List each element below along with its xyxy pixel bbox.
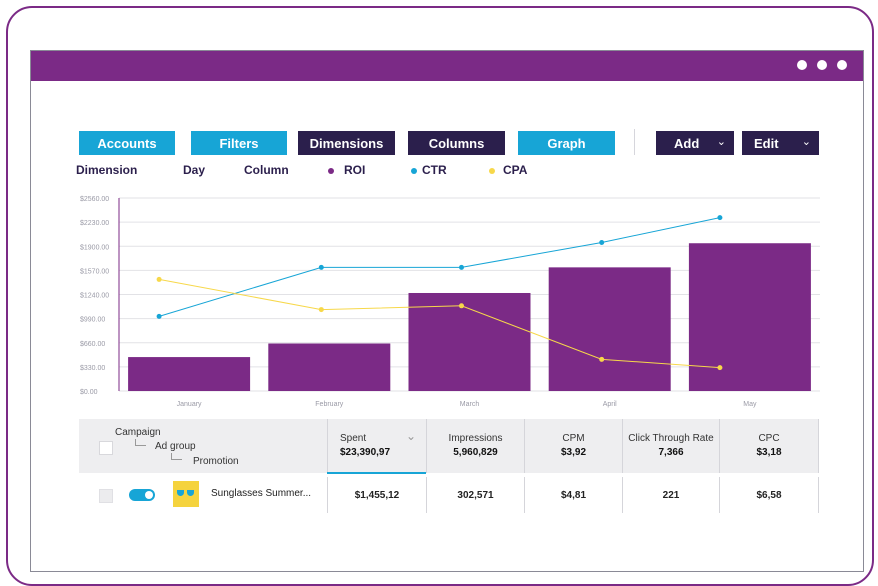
col-total: 7,366	[658, 447, 684, 458]
table-header: Campaign Ad group Promotion Spent $23,39…	[79, 419, 819, 473]
table-row[interactable]: Sunglasses Summer... $1,455,12 302,571 $…	[79, 477, 819, 513]
tree-line	[171, 453, 182, 460]
cpa-point	[717, 365, 723, 371]
y-tick-label: $660.00	[80, 341, 105, 348]
ctr-point	[599, 239, 605, 245]
y-tick-label: $330.00	[80, 365, 105, 372]
y-tick-label: $2560.00	[80, 196, 109, 203]
roi-bar	[688, 243, 811, 391]
col-cpc[interactable]: CPC $3,18	[719, 419, 819, 473]
y-tick-label: $1240.00	[80, 293, 109, 300]
y-tick-label: $990.00	[80, 317, 105, 324]
cell-cpm: $4,81	[524, 477, 622, 513]
cpa-point	[318, 307, 324, 313]
col-total: $3,92	[560, 447, 587, 458]
col-title: Click Through Rate	[628, 433, 714, 444]
roi-bar	[408, 292, 531, 391]
x-tick-label: March	[460, 401, 480, 408]
x-tick-label: April	[603, 401, 617, 408]
ctr-point	[459, 264, 464, 270]
ctr-point	[717, 215, 723, 221]
chevron-down-icon[interactable]: ⌄	[406, 429, 416, 443]
col-ctr[interactable]: Click Through Rate 7,366	[622, 419, 719, 473]
col-spent[interactable]: Spent $23,390,97 ⌄	[327, 419, 426, 473]
col-cpm[interactable]: CPM $3,92	[524, 419, 622, 473]
col-total: $23,390,97	[340, 447, 391, 458]
campaign-name[interactable]: Sunglasses Summer...	[211, 488, 311, 499]
y-tick-label: $2230.00	[80, 220, 109, 227]
cpa-point	[599, 356, 605, 362]
col-total: $3,18	[756, 447, 782, 458]
row-checkbox[interactable]	[99, 489, 113, 503]
sunglasses-icon	[177, 490, 195, 498]
roi-ctr-cpa-chart: $0.00 $330.00 $660.00 $990.00 $1240.00 $1570.…	[80, 196, 820, 408]
cell-ctr: 221	[622, 477, 719, 513]
col-title: Impressions	[448, 433, 503, 444]
roi-bar	[268, 343, 391, 391]
select-all-checkbox[interactable]	[99, 441, 113, 455]
y-tick-label: $1900.00	[80, 244, 109, 251]
campaign-header: Campaign	[115, 427, 161, 438]
promotion-header: Promotion	[193, 456, 239, 467]
col-total: 5,960,829	[453, 447, 498, 458]
sort-indicator	[327, 472, 426, 474]
x-tick-label: May	[743, 401, 757, 408]
x-tick-label: February	[315, 401, 344, 408]
col-impressions[interactable]: Impressions 5,960,829	[426, 419, 524, 473]
toggle-knob	[145, 491, 153, 499]
y-tick-label: $1570.00	[80, 268, 109, 275]
row-toggle[interactable]	[129, 489, 155, 501]
cpa-point	[459, 303, 464, 309]
col-title: CPM	[562, 433, 585, 444]
tree-line	[135, 439, 146, 446]
cell-impressions: 302,571	[426, 477, 524, 513]
ctr-point	[318, 264, 324, 270]
cpa-point	[156, 276, 162, 282]
cell-cpc: $6,58	[719, 477, 819, 513]
col-title: CPC	[758, 433, 780, 444]
roi-bar	[128, 357, 251, 391]
roi-bar	[548, 267, 671, 391]
x-tick-label: January	[177, 401, 202, 408]
ad-group-header: Ad group	[155, 441, 196, 452]
y-tick-label: $0.00	[80, 389, 98, 396]
ctr-point	[156, 313, 162, 319]
sunglasses-thumbnail	[173, 481, 199, 507]
app-window: Accounts Filters Dimensions Columns Grap…	[30, 50, 864, 572]
cell-spent: $1,455,12	[327, 477, 426, 513]
